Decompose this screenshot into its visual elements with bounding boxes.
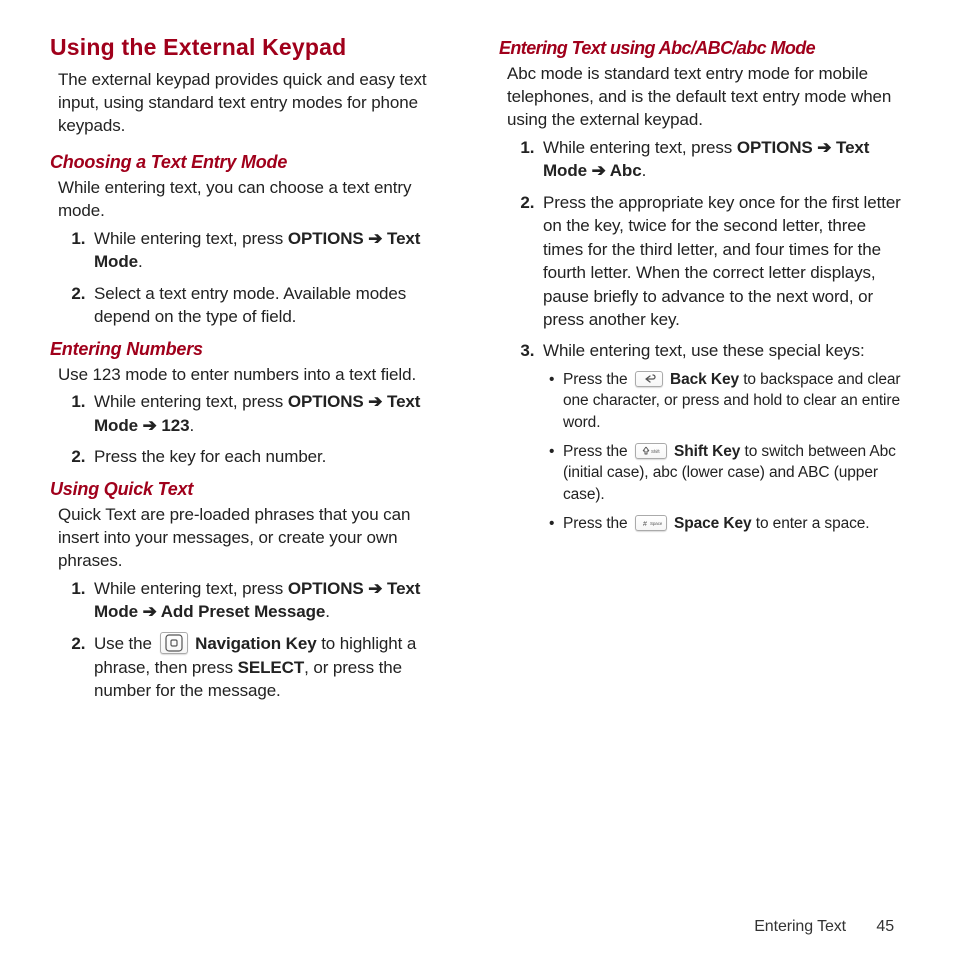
back-key-icon — [635, 371, 663, 387]
key-name: Navigation Key — [195, 634, 316, 653]
key-name: Back Key — [670, 371, 739, 388]
step-item: Press the key for each number. — [90, 445, 455, 468]
strong-text: SELECT — [238, 658, 304, 677]
body-text: Quick Text are pre-loaded phrases that y… — [58, 504, 451, 573]
step-text: . — [189, 416, 194, 435]
step-text: Press the appropriate key once for the f… — [543, 193, 901, 329]
subheading-abc-mode: Entering Text using Abc/ABC/abc Mode — [499, 38, 904, 59]
bullet-text: Press the — [563, 515, 632, 532]
step-text: Press the key for each number. — [94, 447, 326, 466]
left-column: Using the External Keypad The external k… — [50, 34, 455, 713]
intro-paragraph: The external keypad provides quick and e… — [58, 69, 451, 138]
step-text: While entering text, press — [94, 579, 288, 598]
bullet-list: Press the Back Key to backspace and clea… — [543, 369, 904, 535]
step-text: . — [642, 161, 647, 180]
bullet-text: to enter a space. — [756, 515, 870, 532]
steps-list: While entering text, press OPTIONS ➔ Tex… — [499, 136, 904, 535]
bullet-item: Press the Back Key to backspace and clea… — [549, 369, 904, 433]
subheading-quick-text: Using Quick Text — [50, 479, 455, 500]
manual-page: Using the External Keypad The external k… — [0, 0, 954, 954]
step-item: While entering text, press OPTIONS ➔ Tex… — [90, 577, 455, 624]
bullet-text: Press the — [563, 443, 632, 460]
two-column-layout: Using the External Keypad The external k… — [50, 34, 904, 713]
step-text: While entering text, press — [543, 138, 737, 157]
step-item: While entering text, press OPTIONS ➔ Tex… — [90, 390, 455, 437]
step-text: While entering text, press — [94, 392, 288, 411]
step-text: While entering text, press — [94, 229, 288, 248]
steps-list: While entering text, press OPTIONS ➔ Tex… — [50, 577, 455, 703]
svg-text:#: # — [643, 521, 647, 528]
body-text: Use 123 mode to enter numbers into a tex… — [58, 364, 451, 387]
steps-list: While entering text, press OPTIONS ➔ Tex… — [50, 227, 455, 329]
body-text: While entering text, you can choose a te… — [58, 177, 451, 223]
step-text: While entering text, use these special k… — [543, 341, 865, 360]
step-text: Use the — [94, 634, 157, 653]
shift-key-icon: Shift — [635, 443, 667, 459]
space-key-icon: # Space — [635, 515, 667, 531]
step-item: Select a text entry mode. Available mode… — [90, 282, 455, 329]
svg-text:Shift: Shift — [651, 449, 660, 454]
step-text: Select a text entry mode. Available mode… — [94, 284, 406, 326]
svg-text:Space: Space — [650, 521, 662, 526]
key-name: Space Key — [674, 515, 752, 532]
body-text: Abc mode is standard text entry mode for… — [507, 63, 900, 132]
step-text: . — [325, 602, 330, 621]
subheading-choosing-mode: Choosing a Text Entry Mode — [50, 152, 455, 173]
step-item: While entering text, use these special k… — [539, 339, 904, 534]
bullet-text: Press the — [563, 371, 632, 388]
navigation-key-icon — [160, 632, 188, 654]
step-text: . — [138, 252, 143, 271]
key-name: Shift Key — [674, 443, 740, 460]
bullet-item: Press the # Space Space Key to enter a s… — [549, 513, 904, 534]
steps-list: While entering text, press OPTIONS ➔ Tex… — [50, 390, 455, 468]
bullet-item: Press the Shift Shift Key to switch betw… — [549, 441, 904, 505]
step-item: Use the Navigation Key to highlight a ph… — [90, 632, 455, 703]
step-item: While entering text, press OPTIONS ➔ Tex… — [539, 136, 904, 183]
page-number: 45 — [876, 918, 894, 935]
subheading-entering-numbers: Entering Numbers — [50, 339, 455, 360]
section-heading: Using the External Keypad — [50, 34, 455, 61]
right-column: Entering Text using Abc/ABC/abc Mode Abc… — [499, 34, 904, 713]
footer-section-name: Entering Text — [754, 918, 846, 935]
step-item: While entering text, press OPTIONS ➔ Tex… — [90, 227, 455, 274]
page-footer: Entering Text 45 — [754, 918, 894, 936]
step-item: Press the appropriate key once for the f… — [539, 191, 904, 332]
